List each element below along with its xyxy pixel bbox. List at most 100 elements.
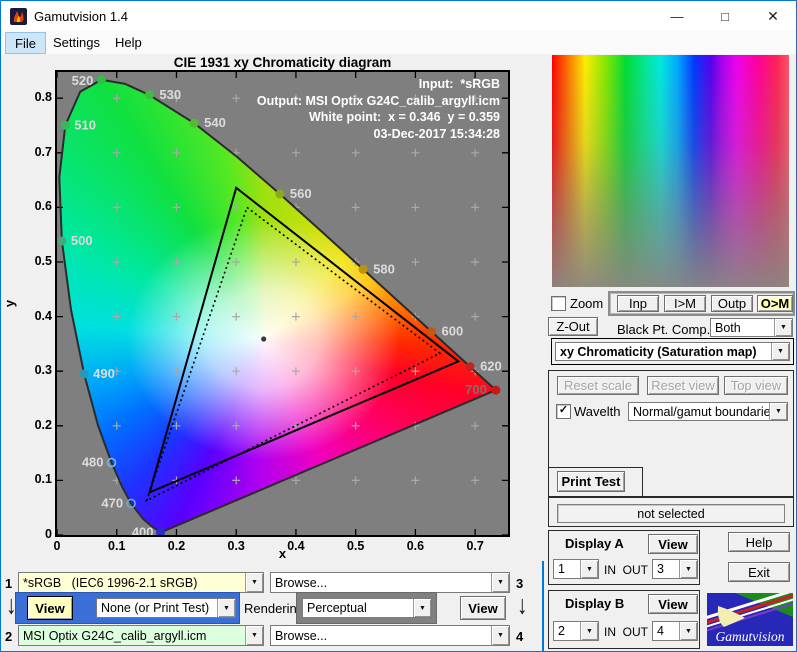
maximize-button[interactable]: □ bbox=[705, 2, 745, 30]
dropdown-arrow-icon[interactable] bbox=[491, 626, 509, 645]
grid-cross bbox=[232, 476, 241, 485]
plot-annotation: Input: *sRGB Output: MSI Optix G24C_calib… bbox=[57, 76, 500, 142]
spectral-locus-outline bbox=[58, 78, 498, 534]
menu-settings[interactable]: Settings bbox=[44, 32, 109, 52]
wavelength-label-700: 700 bbox=[465, 382, 487, 397]
zoom-checkbox[interactable] bbox=[551, 296, 566, 311]
grid-cross bbox=[172, 367, 181, 376]
browse-3-combo[interactable]: Browse... bbox=[270, 572, 510, 593]
app-icon bbox=[10, 8, 27, 25]
saturation-map-preview bbox=[552, 55, 789, 287]
dropdown-arrow-icon[interactable] bbox=[413, 599, 431, 617]
wavelength-label-490: 490 bbox=[93, 366, 115, 381]
wavelength-label-580: 580 bbox=[373, 261, 395, 276]
black-pt-comp-combo[interactable]: Both bbox=[710, 318, 793, 337]
display-b-view-button[interactable]: View bbox=[648, 594, 698, 614]
grid-cross bbox=[112, 421, 121, 430]
wavelength-label-600: 600 bbox=[442, 324, 464, 339]
grid-cross bbox=[351, 421, 360, 430]
wavelength-marker-490 bbox=[79, 369, 89, 379]
close-icon: ✕ bbox=[767, 7, 779, 24]
chromaticity-plot[interactable]: 400 470 480 490 500 510 520 530 540 560 580 600 620 7… bbox=[55, 70, 510, 537]
dropdown-arrow-icon[interactable] bbox=[491, 573, 509, 592]
minimize-button[interactable]: — bbox=[657, 2, 697, 30]
menu-bar: File Settings Help bbox=[1, 30, 796, 54]
wavelength-marker-580 bbox=[358, 264, 368, 274]
dropdown-arrow-icon[interactable] bbox=[679, 622, 697, 640]
outp-button[interactable]: Outp bbox=[711, 295, 753, 312]
dropdown-arrow-icon[interactable] bbox=[774, 319, 792, 336]
view-b-button[interactable]: View bbox=[460, 596, 506, 620]
dropdown-arrow-icon[interactable] bbox=[217, 599, 235, 617]
rendering-intent-combo[interactable]: Perceptual bbox=[302, 598, 432, 618]
grid-cross bbox=[172, 148, 181, 157]
dropdown-arrow-icon[interactable] bbox=[771, 343, 789, 360]
dropdown-arrow-icon[interactable] bbox=[679, 560, 697, 578]
display-a-out-combo[interactable]: 3 bbox=[652, 559, 698, 579]
view-mode-combo[interactable]: xy Chromaticity (Saturation map) bbox=[555, 342, 790, 361]
white-point-marker bbox=[261, 336, 267, 342]
y-tick-label: 0 bbox=[45, 527, 52, 541]
grid-cross bbox=[471, 148, 480, 157]
menu-help[interactable]: Help bbox=[106, 32, 151, 52]
exit-button[interactable]: Exit bbox=[728, 562, 790, 582]
browse-4-combo[interactable]: Browse... bbox=[270, 625, 510, 646]
grid-cross bbox=[411, 367, 420, 376]
close-button[interactable]: ✕ bbox=[753, 2, 793, 30]
grid-cross bbox=[471, 476, 480, 485]
input-profile-combo[interactable]: *sRGB (IEC6 1996-2.1 sRGB) bbox=[18, 572, 264, 593]
grid-cross bbox=[172, 258, 181, 267]
boundaries-combo[interactable]: Normal/gamut boundaries bbox=[628, 402, 788, 421]
help-button[interactable]: Help bbox=[728, 532, 790, 552]
reset-scale-button[interactable]: Reset scale bbox=[557, 376, 639, 395]
wavelength-label-620: 620 bbox=[480, 359, 502, 374]
y-tick-label: 0.1 bbox=[34, 472, 52, 487]
dropdown-arrow-icon[interactable] bbox=[580, 560, 598, 578]
output-profile-combo[interactable]: MSI Optix G24C_calib_argyll.icm bbox=[18, 625, 264, 646]
display-a-title: Display A bbox=[565, 536, 624, 551]
mode-combo[interactable]: None (or Print Test) bbox=[96, 598, 236, 618]
menu-file[interactable]: File bbox=[5, 32, 46, 54]
o-to-m-button[interactable]: O>M bbox=[757, 295, 793, 312]
black-pt-comp-label: Black Pt. Comp. bbox=[617, 322, 711, 337]
grid-cross bbox=[112, 148, 121, 157]
grid-cross bbox=[351, 312, 360, 321]
display-a-view-button[interactable]: View bbox=[648, 534, 698, 554]
window-title: Gamutvision 1.4 bbox=[34, 9, 128, 24]
y-axis-label: y bbox=[2, 299, 18, 308]
display-b-out-combo[interactable]: 4 bbox=[652, 621, 698, 641]
grid-cross bbox=[232, 258, 241, 267]
annotation-line: Input: *sRGB bbox=[418, 77, 500, 91]
display-b-in-combo[interactable]: 2 bbox=[553, 621, 599, 641]
wavelength-marker-560 bbox=[275, 189, 285, 199]
display-a-inout-label: IN OUT bbox=[604, 563, 648, 577]
view-a-button[interactable]: View bbox=[27, 596, 73, 620]
dropdown-arrow-icon[interactable] bbox=[245, 626, 263, 645]
grid-cross bbox=[291, 367, 300, 376]
grid-cross bbox=[411, 258, 420, 267]
slot2-number: 2 bbox=[5, 629, 13, 644]
dropdown-arrow-icon[interactable] bbox=[245, 573, 263, 592]
dropdown-arrow-icon[interactable] bbox=[769, 403, 787, 420]
print-test-button[interactable]: Print Test bbox=[557, 471, 625, 492]
reset-view-button[interactable]: Reset view bbox=[647, 376, 719, 395]
display-a-in-combo[interactable]: 1 bbox=[553, 559, 599, 579]
wavelth-checkbox[interactable]: ✓ bbox=[556, 404, 571, 419]
grid-cross bbox=[291, 312, 300, 321]
i-to-m-button[interactable]: I>M bbox=[664, 295, 706, 312]
dropdown-arrow-icon[interactable] bbox=[580, 622, 598, 640]
z-out-button[interactable]: Z-Out bbox=[548, 317, 598, 336]
grid-cross bbox=[291, 476, 300, 485]
grid-cross bbox=[232, 421, 241, 430]
grid-cross bbox=[291, 258, 300, 267]
logo-text: Gamutvision bbox=[716, 629, 785, 644]
rendering-label: Rendering bbox=[244, 601, 304, 616]
grid-cross bbox=[351, 367, 360, 376]
panel-divider bbox=[542, 561, 544, 651]
grid-cross bbox=[172, 203, 181, 212]
gamutvision-logo: Gamutvision bbox=[707, 593, 793, 646]
inp-button[interactable]: Inp bbox=[617, 295, 659, 312]
y-tick-label: 0.3 bbox=[34, 363, 52, 378]
top-view-button[interactable]: Top view bbox=[724, 376, 788, 395]
zoom-checkbox-label: Zoom bbox=[570, 296, 604, 311]
